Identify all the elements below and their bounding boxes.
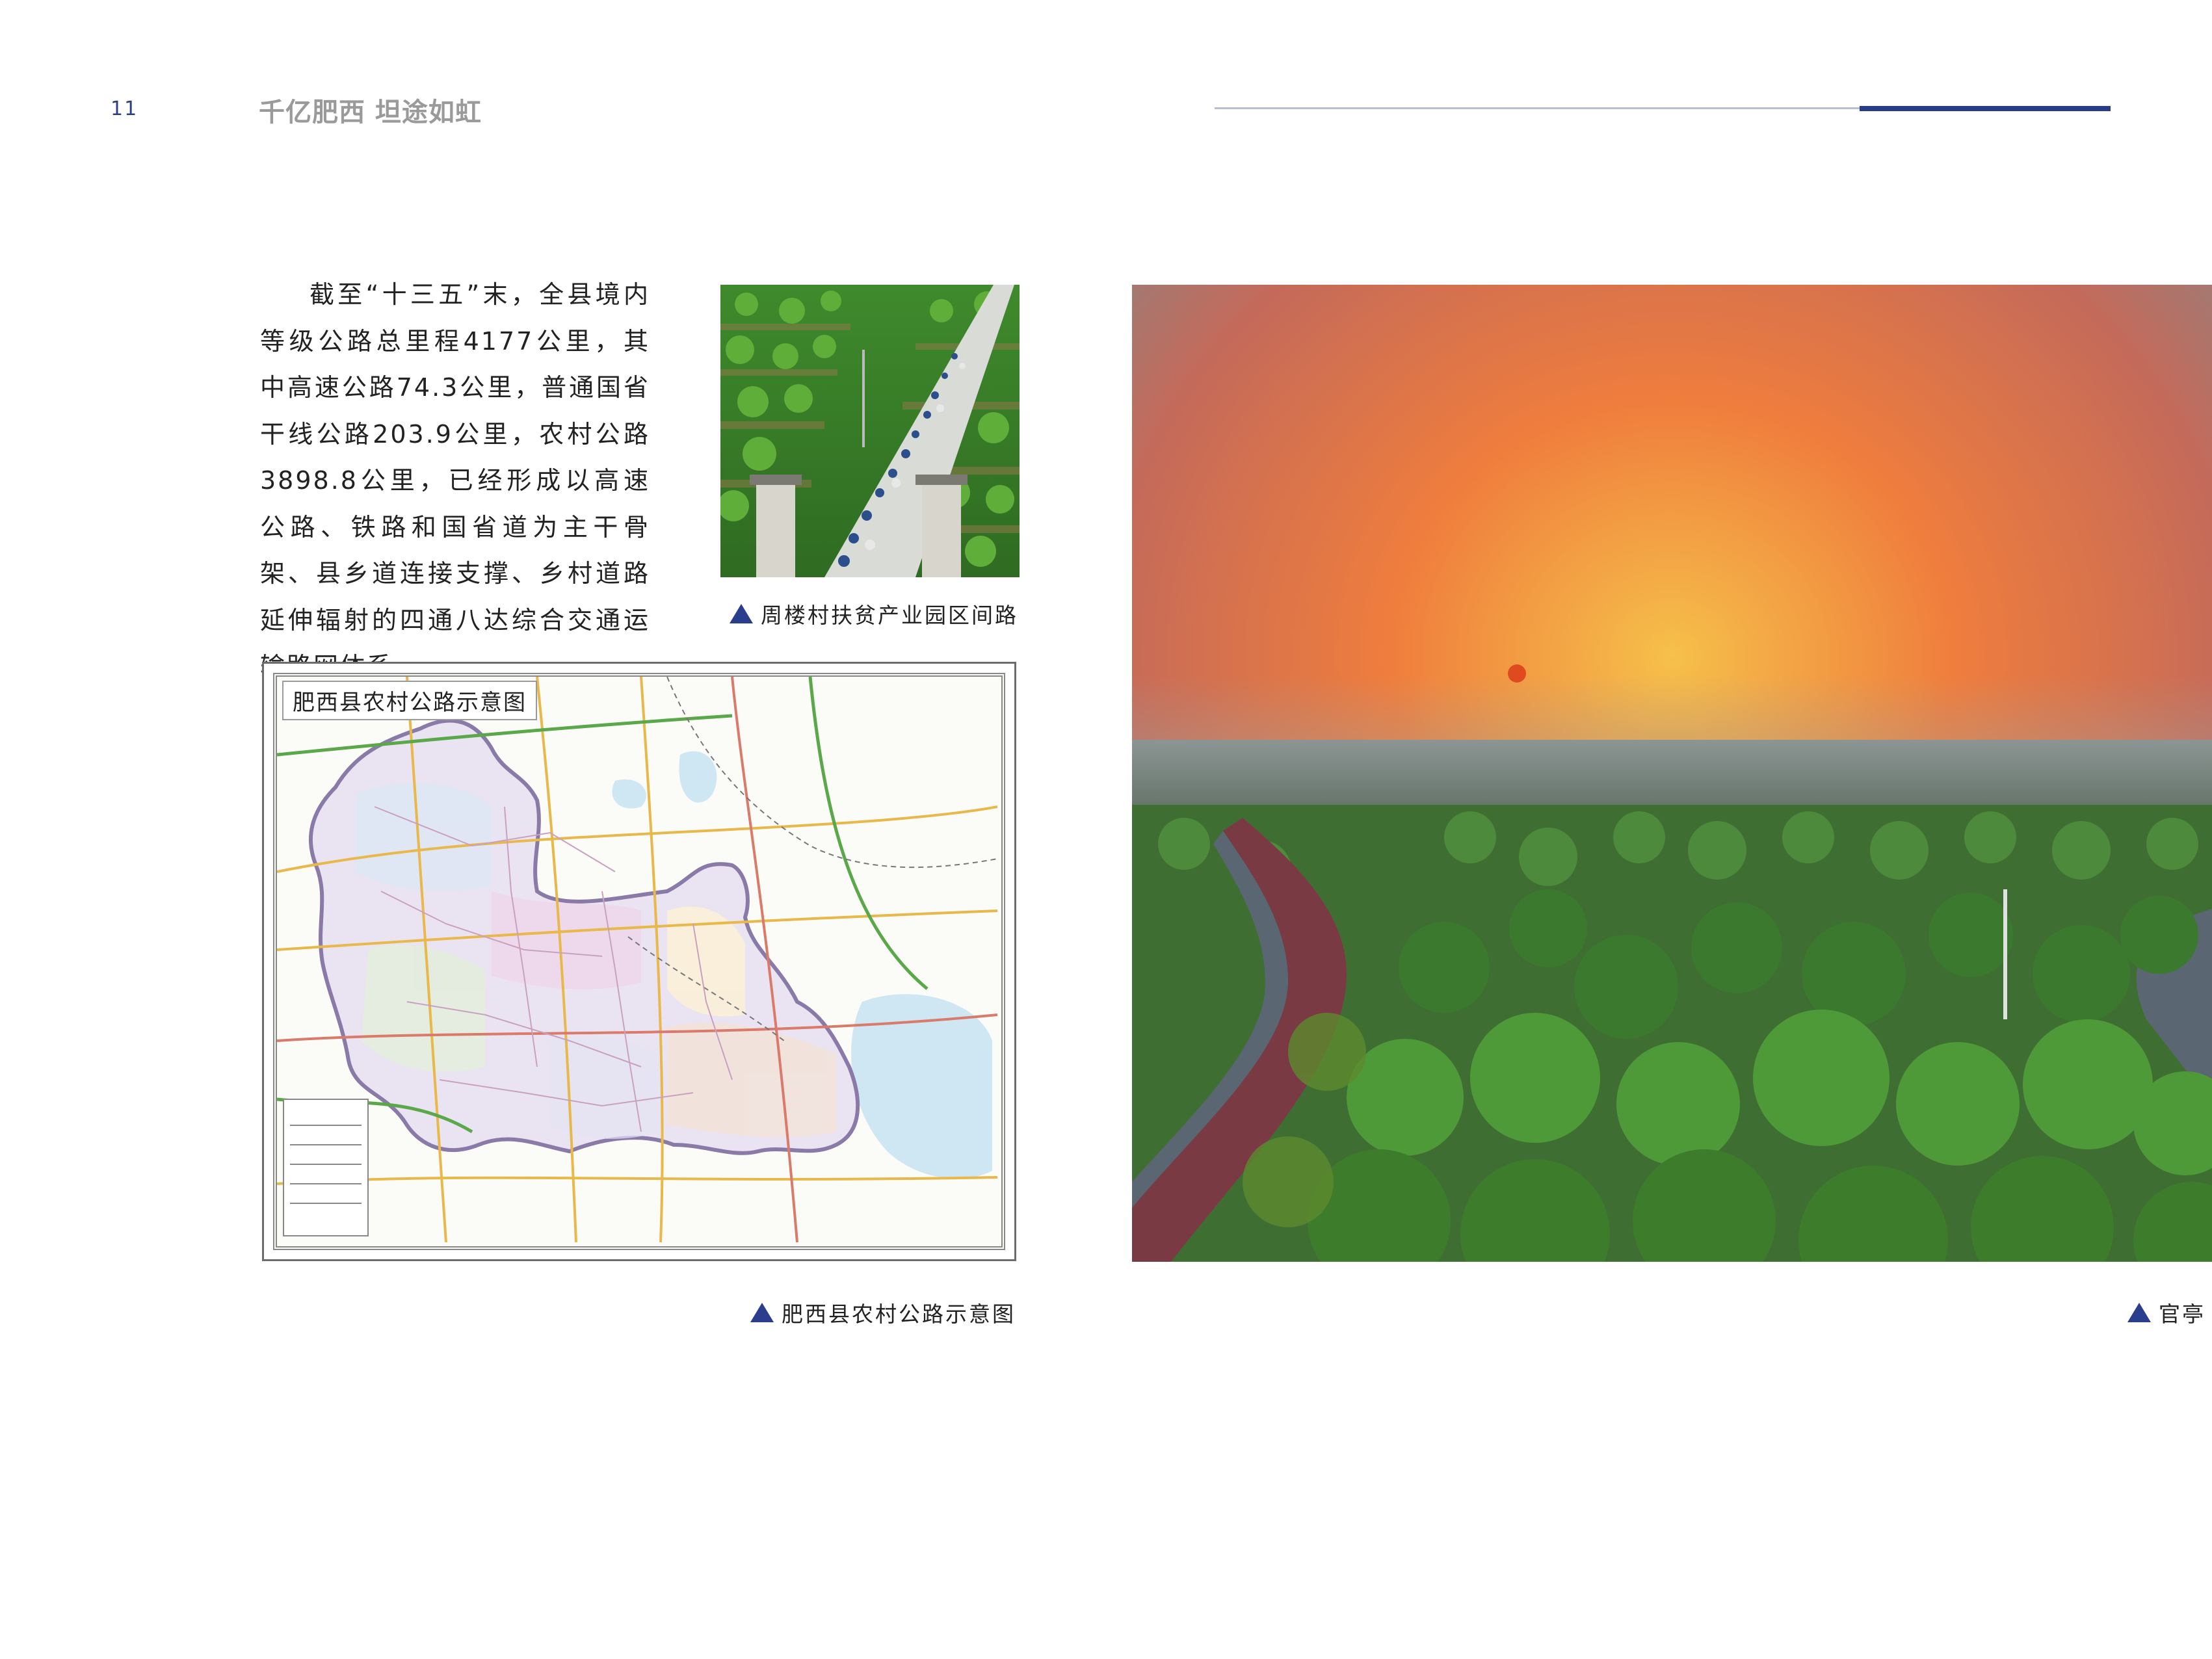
road-photo xyxy=(720,285,1020,577)
caption-text: 肥西县农村公路示意图 xyxy=(782,1301,1016,1327)
running-title: 千亿肥西 坦途如虹 xyxy=(259,98,482,127)
map-caption: 肥西县农村公路示意图 xyxy=(750,1297,1016,1328)
road-photo-caption: 周楼村扶贫产业园区间路 xyxy=(730,598,1018,629)
body-paragraph: 截至“十三五”末，全县境内等级公路总里程4177公里，其中高速公路74.3公里，… xyxy=(260,280,650,681)
triangle-marker-icon xyxy=(750,1303,774,1322)
triangle-marker-icon xyxy=(730,604,753,623)
map-canvas: 肥西县农村公路示意图 xyxy=(273,673,1005,1250)
sunset-photo xyxy=(1132,285,2212,1262)
caption-text: 周楼村扶贫产业园区间路 xyxy=(761,603,1018,628)
map-figure: 肥西县农村公路示意图 xyxy=(262,662,1016,1261)
map-title: 肥西县农村公路示意图 xyxy=(282,681,537,720)
triangle-marker-icon xyxy=(2127,1303,2151,1322)
page-number: 11 xyxy=(111,98,138,120)
header-rule-accent xyxy=(1860,106,2111,111)
caption-text: 官亭 xyxy=(2159,1301,2205,1327)
sunset-photo-caption: 官亭 xyxy=(2127,1297,2205,1328)
